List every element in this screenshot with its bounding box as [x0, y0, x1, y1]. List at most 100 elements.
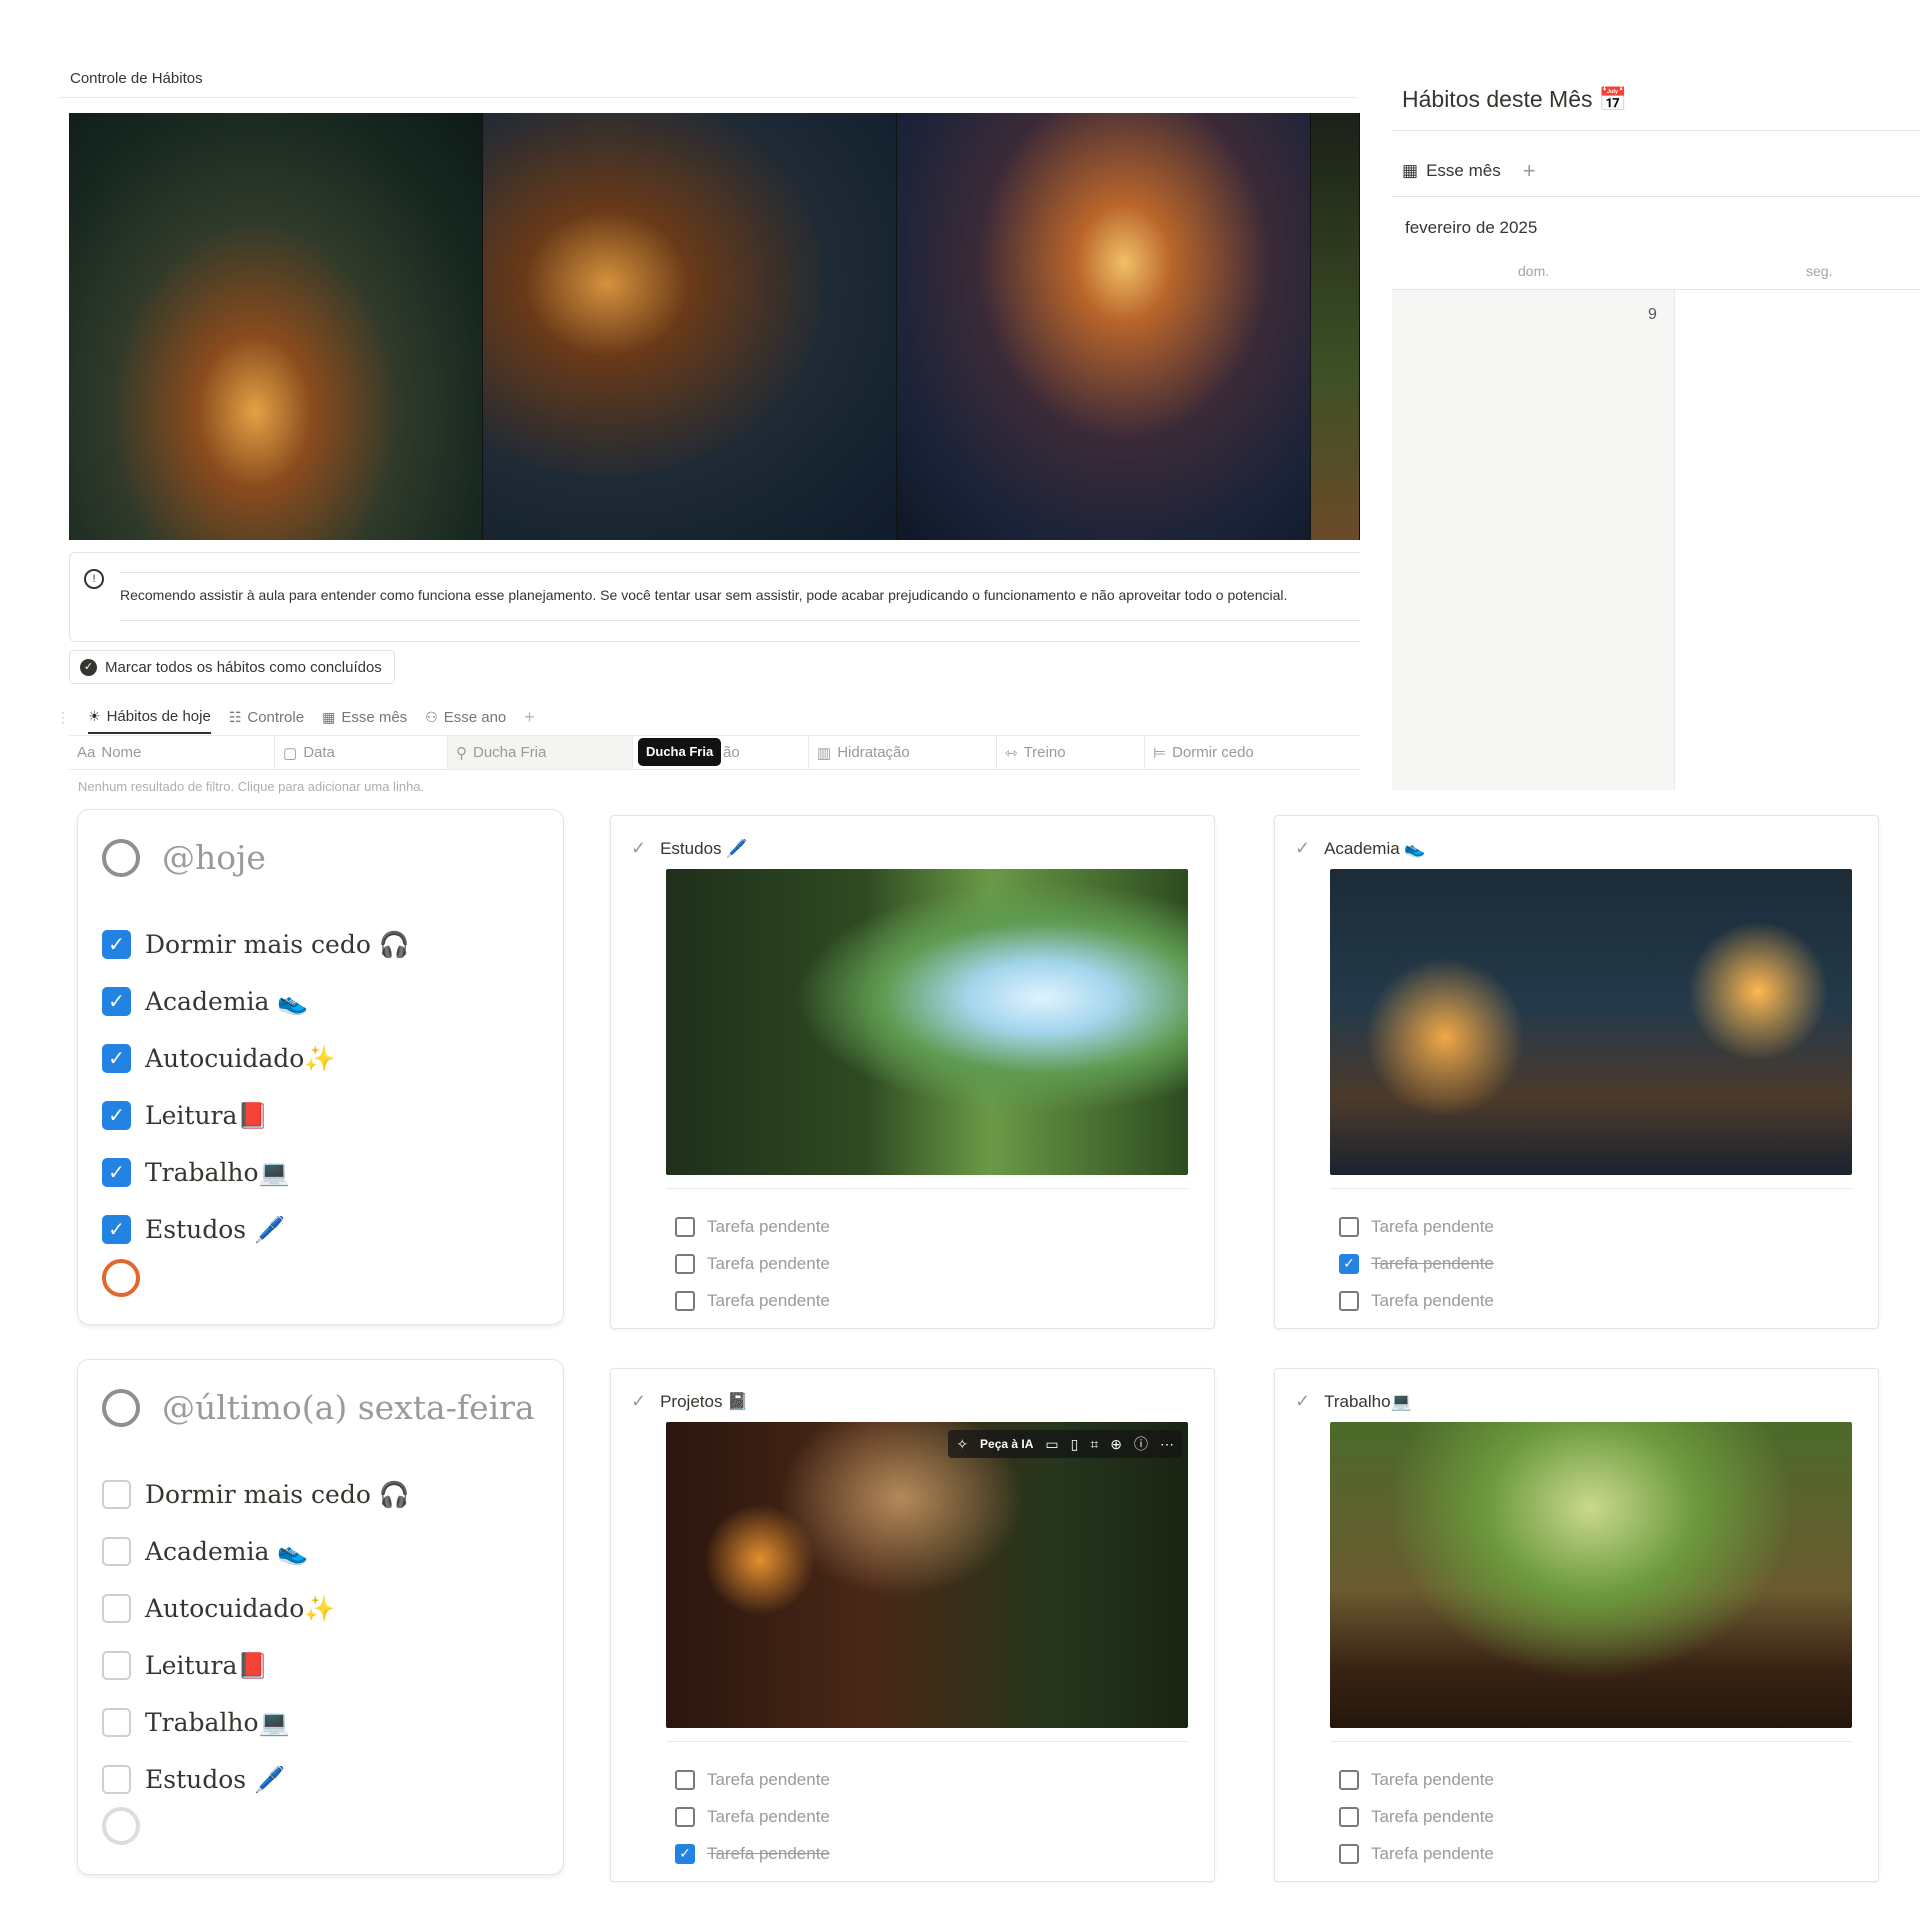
- task-item[interactable]: Tarefa pendente: [675, 1798, 830, 1835]
- caption-icon[interactable]: ▯: [1071, 1436, 1079, 1453]
- task-list: Tarefa pendente Tarefa pendente ✓ Tarefa …: [675, 1761, 830, 1872]
- completion-ring[interactable]: [102, 1259, 140, 1297]
- habit-item[interactable]: ✓ Leitura📕: [102, 1087, 410, 1144]
- column-treino[interactable]: ⇿ Treino: [997, 736, 1145, 769]
- check-icon[interactable]: ✓: [631, 838, 646, 859]
- habit-item[interactable]: ✓ Autocuidado✨: [102, 1030, 410, 1087]
- column-data[interactable]: ▢ Data: [275, 736, 448, 769]
- task-item[interactable]: ✓ Tarefa pendente: [675, 1835, 830, 1872]
- task-item[interactable]: Tarefa pendente: [675, 1282, 830, 1319]
- checkbox[interactable]: [102, 1765, 131, 1794]
- column-hidratacao[interactable]: ▥ Hidratação: [809, 736, 997, 769]
- checkbox[interactable]: [675, 1253, 695, 1274]
- checkbox[interactable]: [1339, 1806, 1359, 1827]
- task-item[interactable]: Tarefa pendente: [1339, 1798, 1494, 1835]
- checkbox[interactable]: [102, 1537, 131, 1566]
- habit-item[interactable]: Estudos 🖊️: [102, 1751, 410, 1808]
- checkbox[interactable]: ✓: [102, 1044, 131, 1073]
- table-empty-message[interactable]: Nenhum resultado de filtro. Clique para …: [78, 779, 424, 795]
- habit-item[interactable]: ✓ Academia 👟: [102, 973, 410, 1030]
- tab-esse-mes[interactable]: ▦ Esse mês: [322, 700, 407, 734]
- checkbox[interactable]: [102, 1708, 131, 1737]
- task-item[interactable]: Tarefa pendente: [1339, 1282, 1494, 1319]
- gallery-card-estudos[interactable]: ✓ Estudos 🖊️ Tarefa pendente Tarefa pend…: [610, 815, 1215, 1329]
- mark-all-done-button[interactable]: ✓ Marcar todos os hábitos como concluído…: [69, 650, 395, 684]
- check-icon[interactable]: ✓: [631, 1391, 646, 1412]
- checkbox[interactable]: ✓: [102, 930, 131, 959]
- image-toolbar: ✧ Peça à IA ▭ ▯ ⌗ ⊕ ⓘ ⋯: [948, 1430, 1182, 1458]
- habit-item[interactable]: Dormir mais cedo 🎧: [102, 1466, 410, 1523]
- gallery-card-trabalho[interactable]: ✓ Trabalho💻 Tarefa pendente Tarefa pende…: [1274, 1368, 1879, 1882]
- add-view-icon[interactable]: +: [1523, 158, 1536, 184]
- habit-label: Dormir mais cedo 🎧: [145, 929, 410, 959]
- checkbox[interactable]: [1339, 1769, 1359, 1790]
- checkbox[interactable]: ✓: [102, 1158, 131, 1187]
- checkbox[interactable]: [675, 1769, 695, 1790]
- habit-item[interactable]: Leitura📕: [102, 1637, 410, 1694]
- task-item[interactable]: ✓ Tarefa pendente: [1339, 1245, 1494, 1282]
- cover-image-street-night: [483, 113, 897, 540]
- task-item[interactable]: Tarefa pendente: [1339, 1761, 1494, 1798]
- checkbox[interactable]: [102, 1480, 131, 1509]
- task-item[interactable]: Tarefa pendente: [1339, 1835, 1494, 1872]
- ask-ai-button[interactable]: Peça à IA: [980, 1437, 1033, 1451]
- more-icon[interactable]: ⋯: [1160, 1436, 1174, 1453]
- task-item[interactable]: Tarefa pendente: [675, 1761, 830, 1798]
- checkbox[interactable]: ✓: [102, 1101, 131, 1130]
- drag-handle-icon[interactable]: ⋮: [56, 709, 70, 726]
- tab-esse-ano[interactable]: ⚇ Esse ano: [425, 700, 506, 734]
- divider: [1330, 1188, 1852, 1189]
- checkbox[interactable]: [1339, 1843, 1359, 1864]
- checkbox[interactable]: [1339, 1216, 1359, 1237]
- ai-sparkle-icon[interactable]: ✧: [956, 1436, 968, 1453]
- tab-habitos-de-hoje[interactable]: ☀ Hábitos de hoje: [88, 700, 211, 734]
- checkbox[interactable]: [675, 1806, 695, 1827]
- task-item[interactable]: Tarefa pendente: [1339, 1208, 1494, 1245]
- habit-card-header: @último(a) sexta-feira: [102, 1388, 535, 1427]
- status-ring-icon[interactable]: [102, 838, 140, 877]
- checkbox[interactable]: [675, 1216, 695, 1237]
- comment-icon[interactable]: ▭: [1045, 1436, 1058, 1453]
- checkbox[interactable]: [675, 1290, 695, 1311]
- tab-controle[interactable]: ☷ Controle: [229, 700, 304, 734]
- task-item[interactable]: Tarefa pendente: [675, 1208, 830, 1245]
- habit-item[interactable]: Trabalho💻: [102, 1694, 410, 1751]
- column-nome[interactable]: Aa Nome: [69, 736, 275, 769]
- habit-item[interactable]: ✓ Trabalho💻: [102, 1144, 410, 1201]
- breadcrumb[interactable]: Controle de Hábitos: [70, 70, 203, 87]
- habit-item[interactable]: ✓ Dormir mais cedo 🎧: [102, 916, 410, 973]
- column-dormir-cedo[interactable]: ⊨ Dormir cedo: [1145, 736, 1360, 769]
- gallery-card-academia[interactable]: ✓ Academia 👟 Tarefa pendente ✓ Tarefa pen…: [1274, 815, 1879, 1329]
- checkbox[interactable]: [1339, 1290, 1359, 1311]
- check-icon[interactable]: ✓: [1295, 838, 1310, 859]
- card-image-desk-window: [1330, 1422, 1852, 1728]
- card-image-study-room: [666, 869, 1188, 1175]
- habit-label: Trabalho💻: [145, 1157, 290, 1187]
- checkbox[interactable]: ✓: [102, 1215, 131, 1244]
- task-list: Tarefa pendente Tarefa pendente Tarefa p…: [675, 1208, 830, 1319]
- crop-icon[interactable]: ⌗: [1090, 1436, 1098, 1453]
- calendar-month: fevereiro de 2025: [1405, 218, 1538, 237]
- habit-item[interactable]: ✓ Estudos 🖊️: [102, 1201, 410, 1258]
- add-view-icon[interactable]: +: [524, 707, 535, 728]
- checkbox[interactable]: [102, 1651, 131, 1680]
- info-icon[interactable]: ⓘ: [1134, 1434, 1148, 1454]
- habit-item[interactable]: Autocuidado✨: [102, 1580, 410, 1637]
- completion-ring[interactable]: [102, 1807, 140, 1845]
- checkbox[interactable]: ✓: [102, 987, 131, 1016]
- divider: [666, 1188, 1188, 1189]
- status-ring-icon[interactable]: [102, 1388, 140, 1427]
- checkbox[interactable]: ✓: [675, 1843, 695, 1864]
- gallery-card-projetos[interactable]: ✓ Projetos 📓 ✧ Peça à IA ▭ ▯ ⌗ ⊕ ⓘ ⋯ Tar…: [610, 1368, 1215, 1882]
- sun-icon: ☀: [88, 707, 101, 724]
- card-title-text: Academia 👟: [1324, 838, 1426, 858]
- check-icon[interactable]: ✓: [1295, 1391, 1310, 1412]
- zoom-icon[interactable]: ⊕: [1110, 1436, 1122, 1453]
- checkbox[interactable]: [102, 1594, 131, 1623]
- tab-calendar-esse-mes[interactable]: ▦ Esse mês +: [1402, 158, 1536, 184]
- calendar-day-cell[interactable]: [1392, 290, 1675, 790]
- column-ducha-fria[interactable]: ⚲ Ducha Fria: [448, 736, 633, 769]
- checkbox[interactable]: ✓: [1339, 1253, 1359, 1274]
- habit-item[interactable]: Academia 👟: [102, 1523, 410, 1580]
- task-item[interactable]: Tarefa pendente: [675, 1245, 830, 1282]
